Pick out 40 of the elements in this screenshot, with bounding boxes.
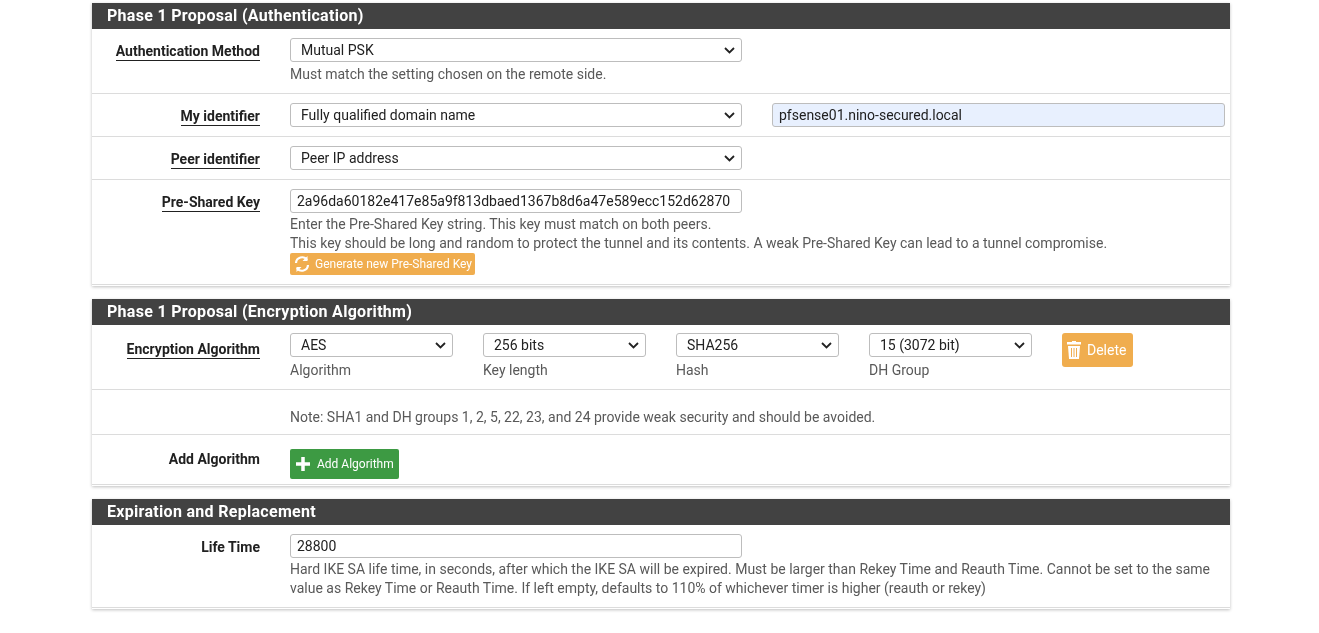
field-label[interactable]: Pre-Shared Key	[161, 194, 260, 212]
select-field[interactable]: Fully qualified domain name	[290, 103, 742, 127]
field-label[interactable]: Encryption Algorithm	[126, 341, 260, 359]
panel-header: Expiration and Replacement	[92, 499, 1230, 525]
panel-header: Phase 1 Proposal (Encryption Algorithm)	[92, 299, 1230, 325]
add-algorithm-button[interactable]: Add Algorithm	[290, 449, 399, 479]
field-label[interactable]: Peer identifier	[170, 151, 260, 169]
chevron-down-icon	[435, 341, 446, 349]
field-caption: DH Group	[869, 361, 931, 380]
select-field[interactable]: SHA256	[676, 333, 839, 357]
field-caption: Hash	[676, 361, 710, 380]
field-caption: Key length	[483, 361, 549, 380]
refresh-icon	[293, 255, 311, 273]
trash-icon	[1067, 341, 1081, 359]
field-caption: Algorithm	[290, 361, 353, 380]
chevron-down-icon	[724, 111, 735, 119]
help-text: Must match the setting chosen on the remote side.	[290, 65, 608, 84]
input-field[interactable]: pfsense01.nino-secured.local	[772, 103, 1225, 127]
input-field[interactable]: 2a96da60182e417e85a9f813dbaed1367b8d6a47e589ecc152d62870	[290, 189, 742, 213]
chevron-down-icon	[628, 341, 639, 349]
field-label[interactable]: Authentication Method	[115, 43, 260, 61]
chevron-down-icon	[724, 154, 735, 162]
help-text: This key should be long and random to protect the tunnel and its contents. A weak Pre-Shared Key can lead to a tunnel compromise.	[290, 234, 1109, 253]
help-text: Hard IKE SA life time, in seconds, after which the IKE SA will be expired. Must be larger than Rekey Time and Reauth Time. Cannot be set to the same value as Rekey Time or Reauth Time. If left empty, defaults to 110% of whichever timer is higher (reauth or rekey)	[290, 560, 1212, 598]
plus-icon	[295, 456, 311, 472]
select-field[interactable]: 15 (3072 bit)	[869, 333, 1032, 357]
note-text: Note: SHA1 and DH groups 1, 2, 5, 22, 23, and 24 provide weak security and should be avoided.	[290, 409, 876, 426]
chevron-down-icon	[821, 341, 832, 349]
input-field[interactable]: 28800	[290, 534, 742, 558]
chevron-down-icon	[724, 46, 735, 54]
help-text: Enter the Pre-Shared Key string. This key must match on both peers.	[290, 215, 713, 234]
field-label: Add Algorithm	[168, 451, 260, 468]
field-label: Life Time	[201, 539, 260, 556]
panel-header: Phase 1 Proposal (Authentication)	[92, 3, 1230, 29]
select-field[interactable]: 256 bits	[483, 333, 646, 357]
select-field[interactable]: AES	[290, 333, 453, 357]
select-field[interactable]: Mutual PSK	[290, 38, 742, 62]
field-label[interactable]: My identifier	[180, 108, 260, 126]
select-field[interactable]: Peer IP address	[290, 146, 742, 170]
chevron-down-icon	[1014, 341, 1025, 349]
